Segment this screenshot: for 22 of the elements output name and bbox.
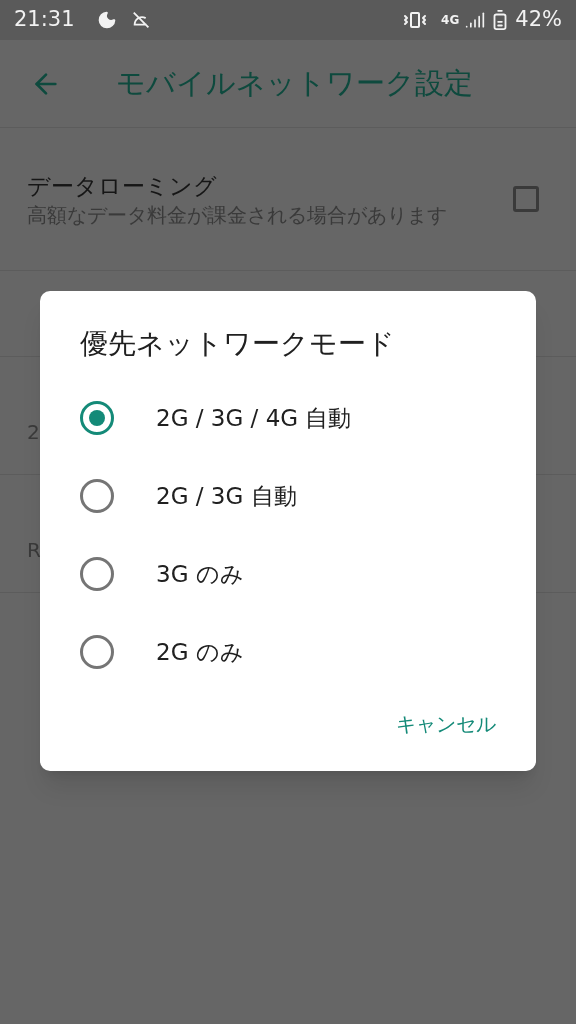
- option-label: 2G / 3G / 4G 自動: [156, 403, 352, 433]
- radio-option[interactable]: 2G のみ: [40, 613, 536, 691]
- radio-option[interactable]: 3G のみ: [40, 535, 536, 613]
- radio-button[interactable]: [80, 401, 114, 435]
- radio-button[interactable]: [80, 479, 114, 513]
- option-label: 2G のみ: [156, 637, 244, 667]
- dialog-title: 優先ネットワークモード: [80, 326, 396, 362]
- checkbox[interactable]: [513, 186, 539, 212]
- app-bar-title: モバイルネットワーク設定: [116, 64, 473, 102]
- signal-icon: [465, 10, 486, 30]
- option-label: 3G のみ: [156, 559, 244, 589]
- radio-option[interactable]: 2G / 3G 自動: [40, 457, 536, 535]
- battery-percent: 42%: [515, 6, 562, 34]
- option-label: 2G / 3G 自動: [156, 481, 297, 511]
- setting-title: データローミング: [27, 172, 218, 201]
- moon-icon: [96, 10, 117, 30]
- radio-button[interactable]: [80, 635, 114, 669]
- cancel-button[interactable]: キャンセル: [386, 703, 506, 745]
- status-time: 21:31: [14, 6, 75, 34]
- radio-button[interactable]: [80, 557, 114, 591]
- radio-option[interactable]: 2G / 3G / 4G 自動: [40, 379, 536, 457]
- network-type: 4G: [441, 12, 460, 29]
